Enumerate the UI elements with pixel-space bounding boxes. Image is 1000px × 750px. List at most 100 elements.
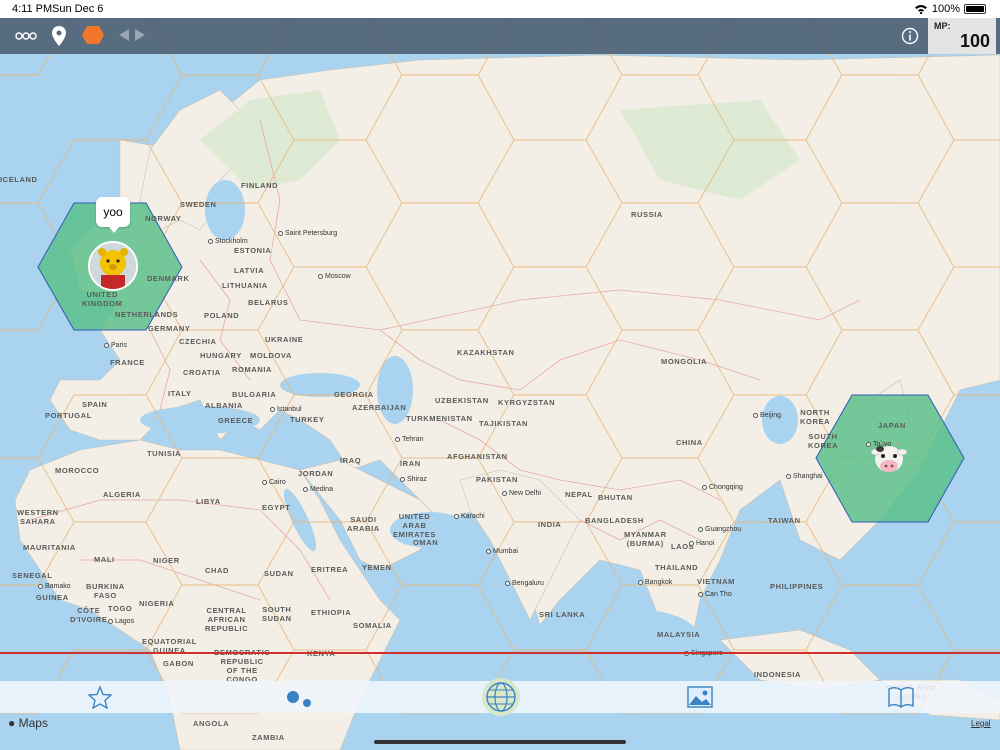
country-label: NORWAY <box>145 214 182 223</box>
boundary-line <box>0 652 1000 654</box>
country-label: ICELAND <box>0 175 38 184</box>
country-label: MOROCCO <box>55 466 100 475</box>
city-label: Hanoi <box>689 540 714 547</box>
country-label: SAUDI ARABIA <box>347 515 380 533</box>
legal-link[interactable]: Legal <box>971 719 991 728</box>
arrows-icon[interactable] <box>119 29 145 41</box>
maps-attribution: ● Maps <box>8 716 48 730</box>
country-label: ITALY <box>168 389 192 398</box>
country-label: MALAYSIA <box>657 630 701 639</box>
globe-icon[interactable] <box>481 677 521 717</box>
country-label: UNITED ARAB EMIRATES <box>393 512 436 539</box>
country-label: TOGO <box>108 604 133 613</box>
wifi-icon <box>914 5 927 14</box>
player-avatar[interactable] <box>88 241 138 291</box>
city-label: Bangkok <box>638 579 672 586</box>
country-label: NIGERIA <box>139 599 175 608</box>
country-label: LITHUANIA <box>222 281 268 290</box>
country-label: IRAN <box>400 459 421 468</box>
home-indicator <box>374 740 626 744</box>
dots-icon[interactable] <box>284 687 314 709</box>
country-label: MALI <box>94 555 115 564</box>
country-label: VIETNAM <box>697 577 735 586</box>
cow-icon[interactable] <box>870 440 908 478</box>
country-label: NIGER <box>153 556 180 565</box>
country-label: ALBANIA <box>205 401 243 410</box>
hexagon-icon[interactable] <box>82 25 104 45</box>
gallery-icon[interactable] <box>687 686 713 708</box>
location-pin-icon[interactable] <box>52 26 66 46</box>
country-label: LATVIA <box>234 266 265 275</box>
country-label: SOUTH SUDAN <box>262 605 292 623</box>
country-label: PAKISTAN <box>476 475 519 484</box>
country-label: SUDAN <box>264 569 294 578</box>
country-label: BANGLADESH <box>585 516 644 525</box>
country-label: EGYPT <box>262 503 291 512</box>
bear-avatar-icon <box>90 243 136 289</box>
country-label: TAIWAN <box>768 516 801 525</box>
country-label: UNITED KINGDOM <box>82 290 123 308</box>
country-label: BHUTAN <box>598 493 633 502</box>
star-icon[interactable] <box>88 686 112 709</box>
country-label: NETHERLANDS <box>115 310 179 319</box>
country-label: LIBYA <box>196 497 221 506</box>
country-label: RUSSIA <box>631 210 663 219</box>
country-label: ALGERIA <box>103 490 141 499</box>
city-label: Bamako <box>38 583 71 590</box>
country-label: BURKINA FASO <box>86 582 125 600</box>
country-label: GUINEA <box>36 593 69 602</box>
city-label: Mumbai <box>486 548 518 555</box>
city-label: Stockholm <box>208 238 248 245</box>
info-icon[interactable] <box>901 27 919 45</box>
city-label: Tehran <box>395 436 423 443</box>
country-label: POLAND <box>204 311 240 320</box>
mp-counter: MP: 100 <box>928 18 996 54</box>
city-label: New Delhi <box>502 490 541 497</box>
country-label: CENTRAL AFRICAN REPUBLIC <box>205 606 249 633</box>
country-label: THAILAND <box>655 563 699 572</box>
country-label: CHINA <box>676 438 703 447</box>
book-icon[interactable] <box>888 686 914 708</box>
country-label: FINLAND <box>241 181 279 190</box>
country-label: SRI LANKA <box>539 610 586 619</box>
country-label: CÔTE D'IVOIRE <box>70 606 108 624</box>
country-label: ERITREA <box>311 565 349 574</box>
country-label: JORDAN <box>298 469 334 478</box>
country-label: TAJIKISTAN <box>479 419 529 428</box>
status-date: Sun Dec 6 <box>52 3 104 15</box>
country-label: MAURITANIA <box>23 543 76 552</box>
country-label: IRAQ <box>340 456 362 465</box>
city-label: Moscow <box>318 273 351 280</box>
country-label: SPAIN <box>82 400 108 409</box>
chat-bubble[interactable]: yoo <box>96 197 130 233</box>
country-label: CZECHIA <box>179 337 217 346</box>
country-label: CHAD <box>205 566 230 575</box>
city-label: Karachi <box>454 513 485 520</box>
city-label: Istanbul <box>270 406 302 413</box>
city-label: Cairo <box>262 479 286 486</box>
country-label: DENMARK <box>147 274 190 283</box>
bottom-tab-bar <box>0 678 1000 716</box>
country-label: UKRAINE <box>265 335 304 344</box>
country-label: AFGHANISTAN <box>447 452 508 461</box>
country-label: KAZAKHSTAN <box>457 348 515 357</box>
country-label: SOUTH KOREA <box>808 432 839 450</box>
country-label: OMAN <box>413 538 439 547</box>
country-label: FRANCE <box>110 358 145 367</box>
country-label: NEPAL <box>565 490 593 499</box>
city-label: Chongqing <box>702 484 743 491</box>
country-label: ETHIOPIA <box>311 608 352 617</box>
country-label: KYRGYZSTAN <box>498 398 556 407</box>
country-label: GERMANY <box>148 324 191 333</box>
city-label: Beijing <box>753 412 781 419</box>
battery-percent: 100% <box>931 3 960 15</box>
city-label: Paris <box>104 342 127 349</box>
mp-label: MP: <box>934 21 951 31</box>
country-label: CROATIA <box>183 368 221 377</box>
status-right: 100% <box>914 3 986 15</box>
city-label: Medina <box>303 486 333 493</box>
more-icon[interactable] <box>15 31 37 41</box>
city-label: Shiraz <box>400 476 427 483</box>
city-label: Bengaluru <box>505 580 544 587</box>
city-label: Guangzhou <box>698 526 741 533</box>
